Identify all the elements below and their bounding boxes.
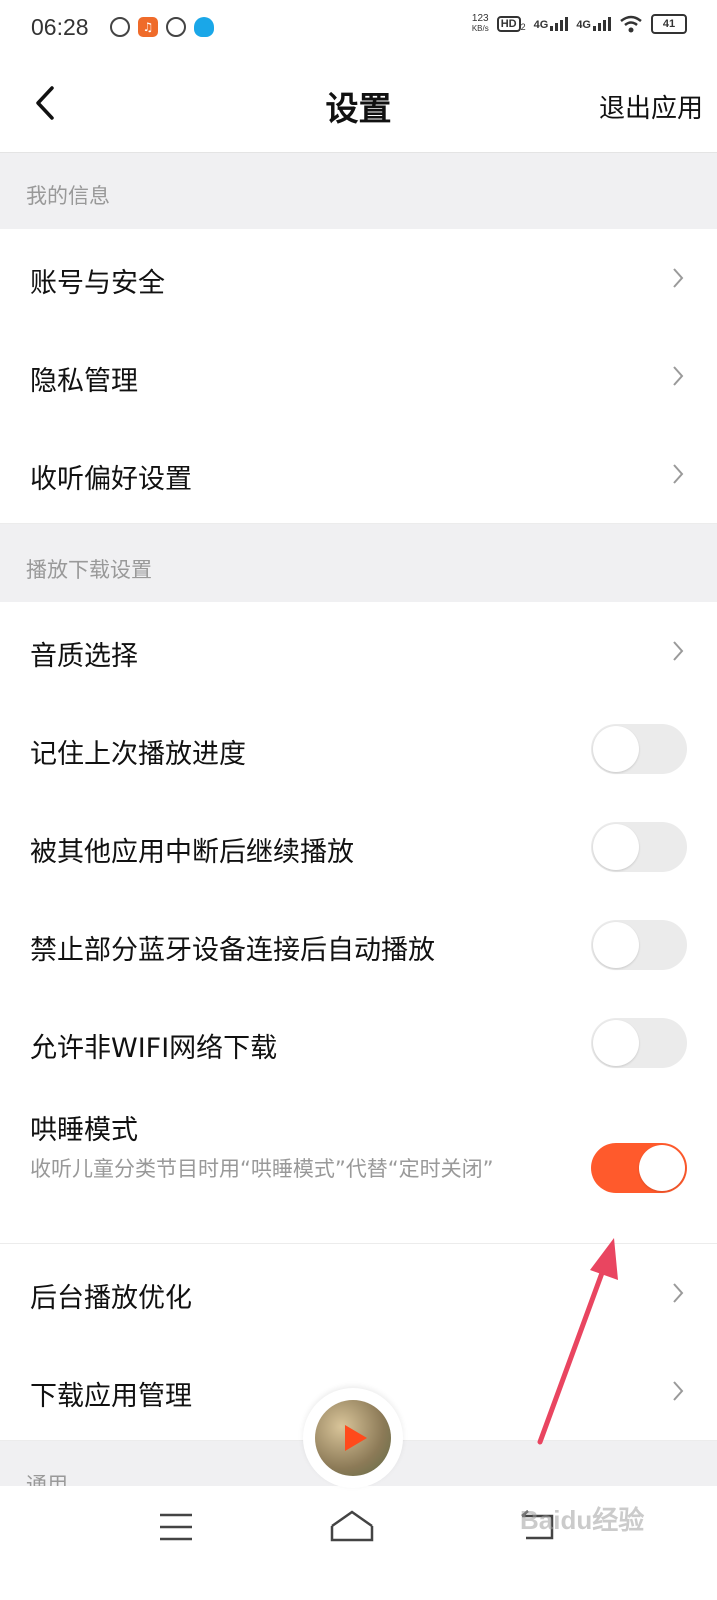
home-icon[interactable] bbox=[328, 1508, 376, 1544]
menu-icon[interactable] bbox=[158, 1512, 194, 1542]
block-bluetooth-toggle[interactable] bbox=[591, 920, 687, 970]
status-right: 123 KB/s HD 2 4G 4G 41 bbox=[472, 14, 687, 34]
network-speed: 123 KB/s bbox=[472, 14, 489, 34]
row-resume-after-interrupt: 被其他应用中断后继续播放 bbox=[0, 798, 717, 897]
watermark: Baidu经验 bbox=[520, 1505, 645, 1535]
qq-icon bbox=[194, 17, 214, 37]
net-type-2: 4G bbox=[576, 19, 591, 31]
signal-1: 4G bbox=[534, 17, 569, 31]
row-label: 音质选择 bbox=[30, 641, 138, 672]
signal-bars-icon bbox=[593, 17, 611, 31]
row-label: 被其他应用中断后继续播放 bbox=[30, 837, 354, 868]
row-remember-progress: 记住上次播放进度 bbox=[0, 700, 717, 799]
row-label: 隐私管理 bbox=[30, 366, 138, 397]
battery-icon: 41 bbox=[651, 14, 687, 34]
row-listening-preferences[interactable]: 收听偏好设置 bbox=[0, 425, 717, 524]
section-title: 通用 bbox=[26, 1473, 68, 1486]
toggle-knob bbox=[639, 1145, 685, 1191]
row-label: 哄睡模式 bbox=[30, 1115, 138, 1146]
row-allow-non-wifi-download: 允许非WIFI网络下载 bbox=[0, 994, 717, 1093]
browser-icon bbox=[110, 17, 130, 37]
section-title: 我的信息 bbox=[26, 184, 110, 208]
row-label: 后台播放优化 bbox=[30, 1283, 192, 1314]
hd-icon: HD bbox=[496, 16, 521, 32]
row-label: 收听偏好设置 bbox=[30, 464, 192, 495]
resume-after-interrupt-toggle[interactable] bbox=[591, 822, 687, 872]
chevron-right-icon bbox=[673, 641, 684, 661]
play-icon bbox=[345, 1425, 367, 1451]
chevron-right-icon bbox=[673, 1283, 684, 1303]
section-my-info: 我的信息 bbox=[0, 153, 717, 229]
wifi-icon bbox=[620, 15, 642, 33]
signal-2: 4G bbox=[576, 17, 611, 31]
row-label: 禁止部分蓝牙设备连接后自动播放 bbox=[30, 935, 435, 966]
row-label: 下载应用管理 bbox=[30, 1381, 192, 1412]
row-label: 账号与安全 bbox=[30, 268, 165, 299]
chevron-right-icon bbox=[673, 366, 684, 386]
status-bar: 06:28 ♫ 123 KB/s HD 2 4G 4G 41 bbox=[0, 0, 717, 56]
row-block-bluetooth-autoplay: 禁止部分蓝牙设备连接后自动播放 bbox=[0, 896, 717, 995]
exit-app-button[interactable]: 退出应用 bbox=[599, 88, 703, 125]
row-sleep-mode: 哄睡模式 收听儿童分类节目时用“哄睡模式”代替“定时关闭” bbox=[0, 1092, 717, 1244]
hd-indicator: HD 2 bbox=[496, 16, 526, 32]
row-account-security[interactable]: 账号与安全 bbox=[0, 229, 717, 328]
toggle-knob bbox=[593, 726, 639, 772]
status-time: 06:28 bbox=[31, 14, 89, 40]
toggle-knob bbox=[593, 922, 639, 968]
row-background-playback-optimization[interactable]: 后台播放优化 bbox=[0, 1244, 717, 1343]
speed-value: 123 bbox=[471, 13, 489, 24]
section-title: 播放下载设置 bbox=[26, 558, 152, 582]
section-playback-download: 播放下载设置 bbox=[0, 524, 717, 602]
app-notification-icon: ♫ bbox=[138, 17, 158, 37]
row-privacy[interactable]: 隐私管理 bbox=[0, 327, 717, 426]
nav-bar: 设置 退出应用 bbox=[0, 56, 717, 153]
row-audio-quality[interactable]: 音质选择 bbox=[0, 602, 717, 701]
sleep-mode-toggle[interactable] bbox=[591, 1143, 687, 1193]
hd-sub: 2 bbox=[520, 22, 526, 32]
mini-player[interactable] bbox=[303, 1388, 403, 1488]
toggle-knob bbox=[593, 1020, 639, 1066]
chevron-right-icon bbox=[673, 1381, 684, 1401]
toggle-knob bbox=[593, 824, 639, 870]
speed-gauge-icon bbox=[166, 17, 186, 37]
back-arrow-icon[interactable] bbox=[28, 78, 68, 128]
signal-bars-icon bbox=[550, 17, 569, 31]
speed-unit: KB/s bbox=[471, 24, 489, 33]
chevron-right-icon bbox=[673, 268, 684, 288]
allow-non-wifi-toggle[interactable] bbox=[591, 1018, 687, 1068]
row-label: 允许非WIFI网络下载 bbox=[30, 1033, 278, 1064]
net-type-1: 4G bbox=[533, 19, 549, 31]
chevron-right-icon bbox=[673, 464, 684, 484]
notification-icons: ♫ bbox=[110, 17, 214, 37]
sleep-mode-description: 收听儿童分类节目时用“哄睡模式”代替“定时关闭” bbox=[30, 1157, 494, 1181]
remember-progress-toggle[interactable] bbox=[591, 724, 687, 774]
row-label: 记住上次播放进度 bbox=[30, 739, 246, 770]
